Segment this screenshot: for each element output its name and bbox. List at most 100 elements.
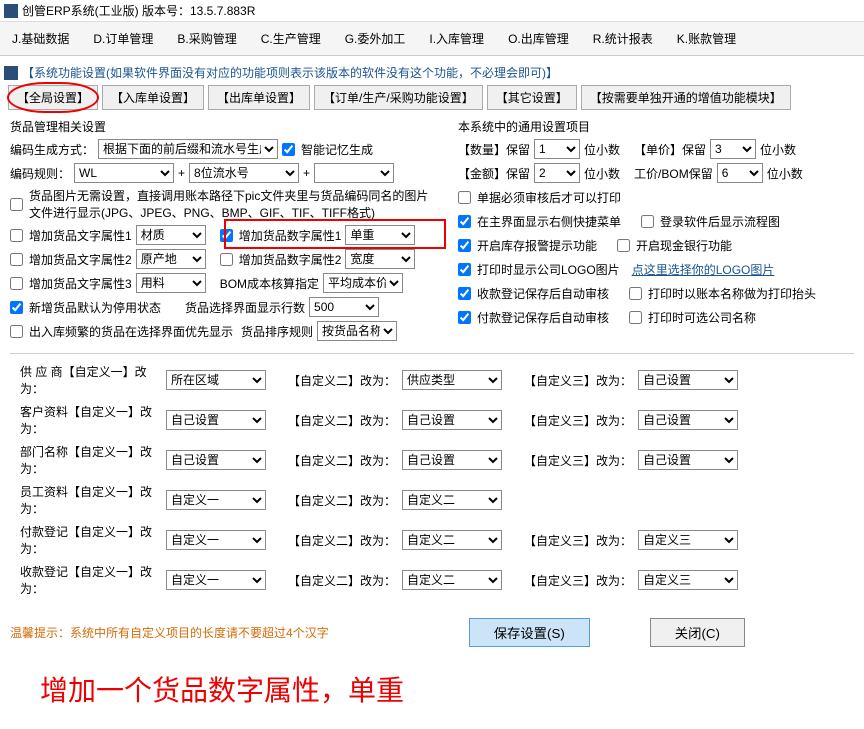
golden-checkbox[interactable]	[617, 239, 630, 252]
custom-select-1[interactable]: 自定义一	[166, 570, 266, 590]
menu-item[interactable]: K.账款管理	[665, 26, 748, 51]
custom-select-3[interactable]: 自己设置	[638, 370, 738, 390]
pic-note-checkbox[interactable]	[10, 198, 23, 211]
sort-select[interactable]: 按货品名称	[317, 321, 397, 341]
need-audit-checkbox[interactable]	[458, 191, 471, 204]
num-attr1-checkbox[interactable]	[220, 229, 233, 242]
custom-select-2[interactable]: 自己设置	[402, 410, 502, 430]
price-decimal-suffix: 位小数	[760, 141, 796, 158]
text-attr2-checkbox[interactable]	[10, 253, 23, 266]
menu-item[interactable]: I.入库管理	[417, 26, 496, 51]
encode-suffix-select[interactable]	[314, 163, 394, 183]
menu-item[interactable]: D.订单管理	[81, 26, 165, 51]
num-attr2-checkbox[interactable]	[220, 253, 233, 266]
flow-login-checkbox[interactable]	[641, 215, 654, 228]
receipt-auto-checkbox[interactable]	[458, 287, 471, 300]
hint-text: 系统中所有自定义项目的长度请不要超过4个汉字	[70, 626, 329, 640]
custom-row: 部门名称【自定义一】改为：自己设置【自定义二】改为：自己设置【自定义三】改为：自…	[20, 440, 844, 480]
menu-item[interactable]: G.委外加工	[333, 26, 418, 51]
tab[interactable]: 【其它设置】	[487, 85, 577, 110]
num-attr2-select[interactable]: 宽度	[345, 249, 415, 269]
qty-keep-select[interactable]: 1	[534, 139, 580, 159]
sub-title-bar: 【系统功能设置(如果软件界面没有对应的功能项则表示该版本的软件没有这个功能，不必…	[0, 62, 864, 83]
custom-label: 客户资料【自定义一】改为：	[20, 403, 160, 437]
right-section-title: 本系统中的通用设置项目	[458, 116, 854, 137]
labor-select[interactable]: 6	[717, 163, 763, 183]
encode-serial-select[interactable]: 8位流水号	[189, 163, 299, 183]
menu-item[interactable]: B.采购管理	[165, 26, 248, 51]
close-button[interactable]: 关闭(C)	[650, 618, 745, 647]
custom-select-1[interactable]: 自定义一	[166, 530, 266, 550]
text-attr1-checkbox[interactable]	[10, 229, 23, 242]
tab[interactable]: 【全局设置】	[8, 85, 98, 110]
title-bar: 创管ERP系统(工业版) 版本号：13.5.7.883R	[0, 0, 864, 22]
bom-cost-select[interactable]: 平均成本价	[323, 273, 403, 293]
logo-link[interactable]: 点这里选择你的LOGO图片	[632, 261, 775, 278]
new-disabled-checkbox[interactable]	[10, 301, 23, 314]
tab[interactable]: 【入库单设置】	[102, 85, 204, 110]
big-caption: 增加一个货品数字属性，单重	[0, 649, 864, 729]
smart-remember-checkbox[interactable]	[282, 143, 295, 156]
tab[interactable]: 【出库单设置】	[208, 85, 310, 110]
text-attr2-select[interactable]: 原产地	[136, 249, 206, 269]
flow-login-label: 登录软件后显示流程图	[660, 213, 780, 230]
custom-select-2[interactable]: 自己设置	[402, 450, 502, 470]
quick-menu-checkbox[interactable]	[458, 215, 471, 228]
tab[interactable]: 【按需要单独开通的增值功能模块】	[581, 85, 791, 110]
custom-mod-3: 【自定义三】改为：	[524, 372, 632, 389]
text-attr3-select[interactable]: 用料	[136, 273, 206, 293]
golden-label: 开启现金银行功能	[636, 237, 732, 254]
custom-label: 供 应 商【自定义一】改为：	[20, 363, 160, 397]
left-section-title: 货品管理相关设置	[10, 116, 450, 137]
custom-select-3[interactable]: 自定义三	[638, 530, 738, 550]
num-attr2-label: 增加货品数字属性2	[239, 251, 342, 268]
custom-select-2[interactable]: 自定义二	[402, 530, 502, 550]
amount-keep-select[interactable]: 2	[534, 163, 580, 183]
custom-select-2[interactable]: 自定义二	[402, 490, 502, 510]
labor-label: 工价/BOM保留	[634, 165, 713, 182]
custom-select-3[interactable]: 自己设置	[638, 450, 738, 470]
stock-warn-label: 开启库存报警提示功能	[477, 237, 597, 254]
select-rows-select[interactable]: 500	[309, 297, 379, 317]
menu-item[interactable]: C.生产管理	[249, 26, 333, 51]
bom-cost-label: BOM成本核算指定	[220, 275, 319, 292]
custom-grid: 供 应 商【自定义一】改为： 所在区域【自定义二】改为： 供应类型 【自定义三】改为：…	[10, 353, 854, 606]
encode-prefix-select[interactable]: WL	[74, 163, 174, 183]
custom-select-1[interactable]: 所在区域	[166, 370, 266, 390]
encode-rule-label: 编码规则：	[10, 165, 70, 182]
num-attr1-select[interactable]: 单重	[345, 225, 415, 245]
custom-mod-2: 【自定义二】改为：	[288, 452, 396, 469]
qty-decimal-suffix: 位小数	[584, 141, 620, 158]
custom-select-1[interactable]: 自己设置	[166, 410, 266, 430]
price-keep-select[interactable]: 3	[710, 139, 756, 159]
price-keep-label: 【单价】保留	[634, 141, 706, 158]
menu-item[interactable]: O.出库管理	[496, 26, 581, 51]
print-logo-checkbox[interactable]	[458, 263, 471, 276]
save-button[interactable]: 保存设置(S)	[469, 618, 590, 647]
text-attr3-checkbox[interactable]	[10, 277, 23, 290]
text-attr1-select[interactable]: 材质	[136, 225, 206, 245]
encode-mode-select[interactable]: 根据下面的前后缀和流水号生成编码	[98, 139, 278, 159]
custom-select-2[interactable]: 供应类型	[402, 370, 502, 390]
freq-first-checkbox[interactable]	[10, 325, 23, 338]
print-account-head-checkbox[interactable]	[629, 287, 642, 300]
tab[interactable]: 【订单/生产/采购功能设置】	[314, 85, 483, 110]
custom-select-3[interactable]: 自定义三	[638, 570, 738, 590]
stock-warn-checkbox[interactable]	[458, 239, 471, 252]
hint-label: 温馨提示：	[10, 626, 70, 640]
sort-label: 货品排序规则	[241, 323, 313, 340]
print-account-head-label: 打印时以账本名称做为打印抬头	[648, 285, 816, 302]
menu-item[interactable]: R.统计报表	[581, 26, 665, 51]
payment-auto-checkbox[interactable]	[458, 311, 471, 324]
plus-1: +	[178, 166, 185, 180]
menu-item[interactable]: J.基础数据	[0, 26, 81, 51]
custom-select-1[interactable]: 自定义一	[166, 490, 266, 510]
text-attr2-label: 增加货品文字属性2	[29, 251, 132, 268]
custom-select-2[interactable]: 自定义二	[402, 570, 502, 590]
receipt-auto-label: 收款登记保存后自动审核	[477, 285, 609, 302]
custom-select-1[interactable]: 自己设置	[166, 450, 266, 470]
print-company-checkbox[interactable]	[629, 311, 642, 324]
freq-first-label: 出入库频繁的货品在选择界面优先显示	[29, 323, 233, 340]
payment-auto-label: 付款登记保存后自动审核	[477, 309, 609, 326]
custom-select-3[interactable]: 自己设置	[638, 410, 738, 430]
